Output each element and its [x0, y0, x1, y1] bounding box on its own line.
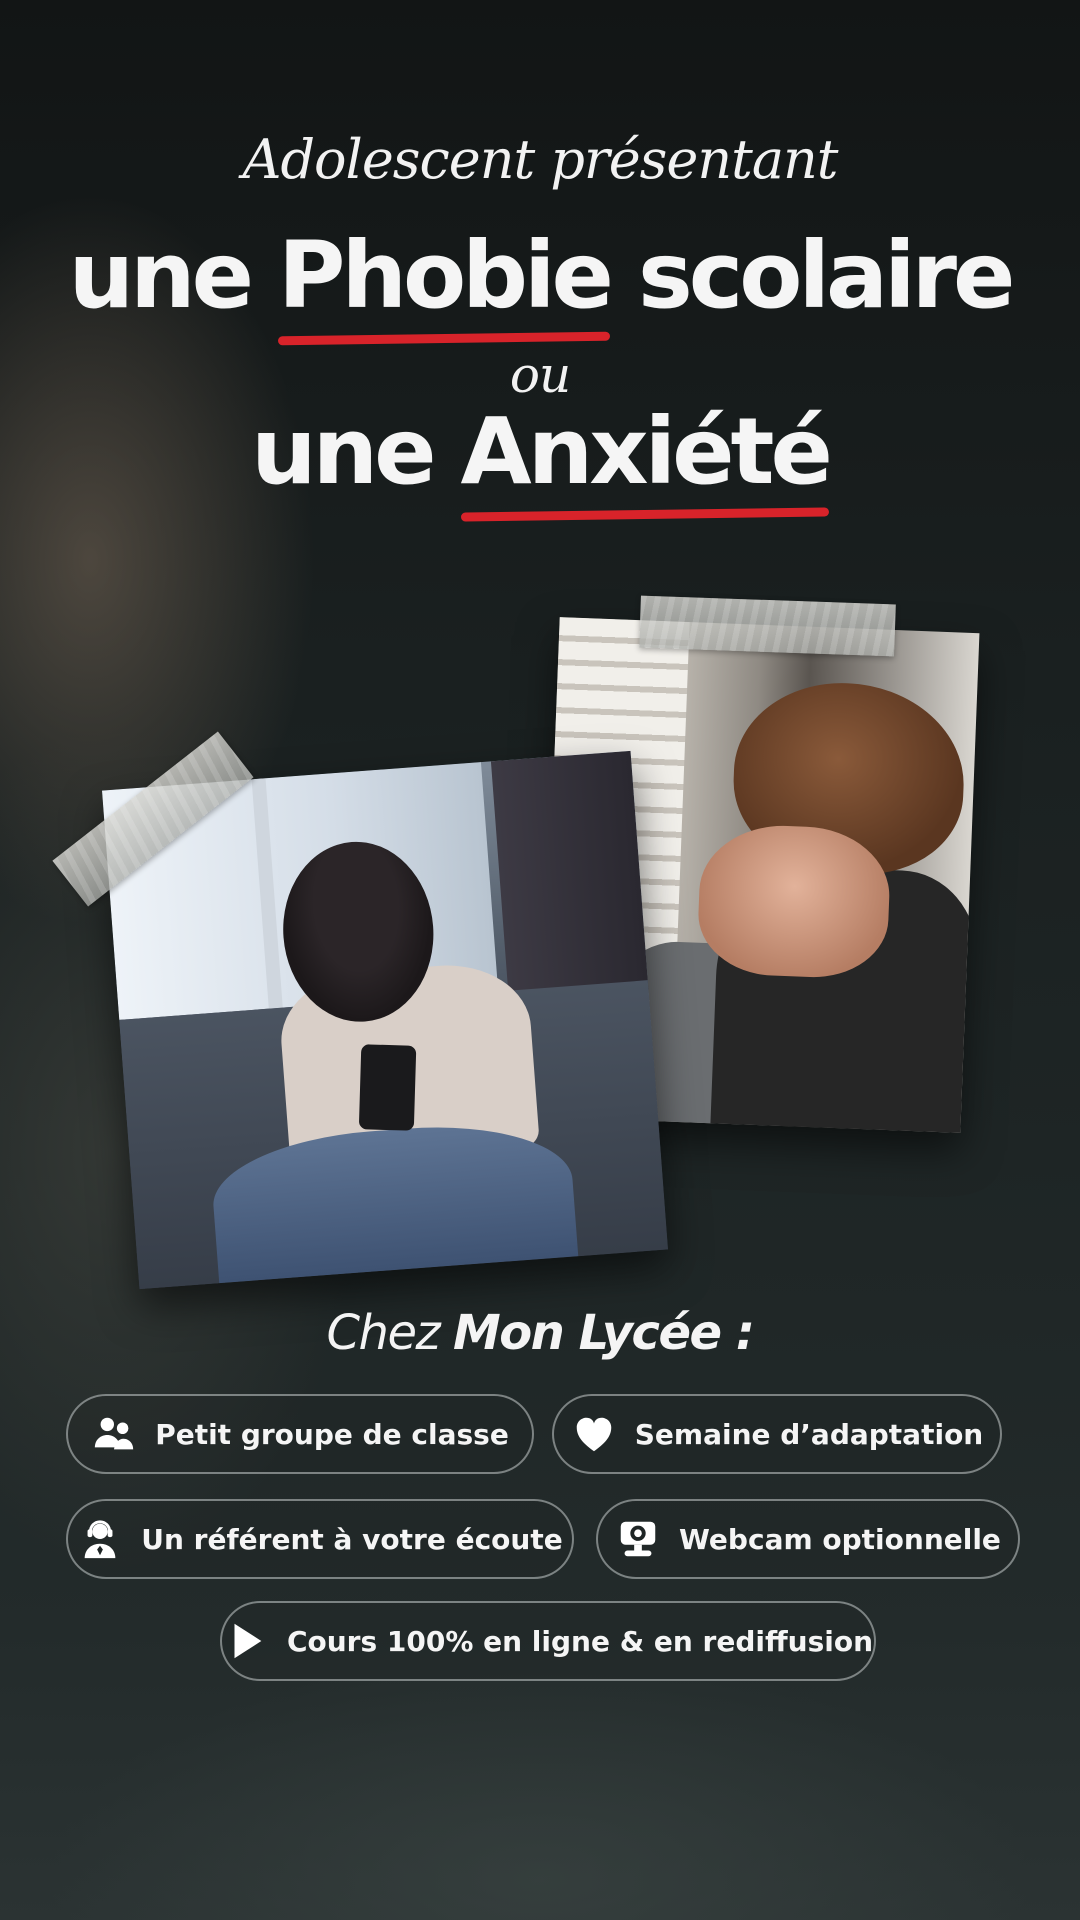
feature-label: Petit groupe de classe — [155, 1417, 509, 1451]
headline-line1-suffix: scolaire — [637, 222, 1015, 329]
feature-label: Webcam optionnelle — [679, 1522, 1001, 1556]
red-underline — [277, 331, 610, 346]
headline-line-2: une Anxiété — [0, 398, 1080, 522]
feature-pill-referent: Un référent à votre écoute — [66, 1499, 574, 1579]
headline-emphasis-phobie: Phobie — [277, 222, 614, 346]
feature-label: Cours 100% en ligne & en rediffusion — [286, 1624, 874, 1658]
feature-pill-small-group: Petit groupe de classe — [66, 1394, 534, 1474]
play-icon — [223, 1618, 269, 1664]
headline-line1-prefix: une — [68, 222, 254, 329]
users-icon — [91, 1411, 137, 1457]
headset-user-icon — [77, 1516, 123, 1562]
feature-label: Un référent à votre écoute — [141, 1522, 563, 1556]
headline-intro: Adolescent présentant — [242, 128, 838, 191]
headline-line-1: une Phobie scolaire — [0, 222, 1080, 346]
section-title-prefix: Chez — [326, 1305, 441, 1361]
feature-label: Semaine d’adaptation — [634, 1417, 984, 1451]
webcam-icon — [615, 1516, 661, 1562]
heart-icon — [571, 1411, 617, 1457]
tape-strip — [639, 595, 896, 657]
phone-in-hand — [358, 1044, 417, 1131]
section-title: Chez Mon Lycée : — [0, 1305, 1080, 1361]
feature-pill-online-courses: Cours 100% en ligne & en rediffusion — [220, 1601, 876, 1681]
feature-pill-adaptation-week: Semaine d’adaptation — [552, 1394, 1002, 1474]
headline-emphasis-anxiete: Anxiété — [460, 398, 833, 522]
photo-teen-girl — [102, 750, 668, 1290]
brand-name: Mon Lycée : — [452, 1305, 755, 1361]
headline-connector: ou — [509, 346, 571, 404]
headline-line2-prefix: une — [251, 398, 436, 505]
red-underline — [460, 507, 829, 522]
feature-pill-webcam: Webcam optionnelle — [596, 1499, 1020, 1579]
